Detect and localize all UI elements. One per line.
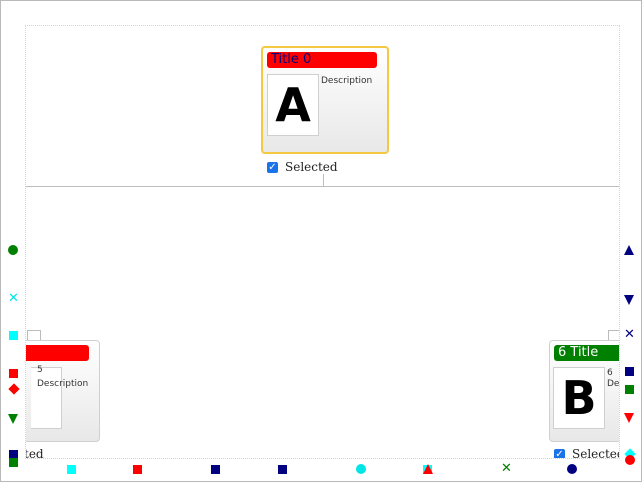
node-image xyxy=(31,367,62,429)
red-square-marker xyxy=(133,465,142,474)
cyan-square-marker xyxy=(67,465,76,474)
node-0-selected-checkbox[interactable]: ✓ Selected xyxy=(267,160,338,174)
node-card-0[interactable]: Title 0 A Description xyxy=(261,46,389,154)
node-description: Description xyxy=(37,379,89,389)
node-6-selected-checkbox[interactable]: ✓ Selected xyxy=(554,447,620,459)
node-image: B xyxy=(553,367,605,429)
navy-circle-marker xyxy=(567,464,577,474)
red-triangle-marker xyxy=(423,464,433,474)
green-square-marker xyxy=(625,385,634,394)
red-square-marker xyxy=(9,369,18,378)
node-5-selected-checkbox[interactable]: ted xyxy=(25,447,44,459)
green-triangle-marker xyxy=(8,414,18,424)
node-number: 5 xyxy=(37,365,43,375)
diagram-viewport[interactable]: Title 0 A Description ✓ Selected 5 Descr… xyxy=(25,25,620,459)
node-number: 6 xyxy=(607,368,613,378)
navy-x-marker: ✕ xyxy=(624,327,635,342)
node-title: 6 Title xyxy=(554,345,619,361)
node-title xyxy=(26,345,89,361)
navy-square-marker xyxy=(625,367,634,376)
navy-triangle-down-marker xyxy=(624,295,634,305)
node-image: A xyxy=(267,74,319,136)
cyan-circle-marker xyxy=(356,464,366,474)
navy-square-marker xyxy=(278,465,287,474)
node-title: Title 0 xyxy=(267,52,377,68)
red-triangle-marker xyxy=(624,413,634,423)
checkbox-icon: ✓ xyxy=(267,161,278,173)
connector-tick xyxy=(323,174,324,187)
checkbox-label: Selected xyxy=(285,160,338,174)
checkbox-label: Selected xyxy=(572,447,620,459)
green-x-marker: ✕ xyxy=(501,461,512,476)
node-description: Description xyxy=(321,76,373,86)
node-card-6[interactable]: 6 Title B 6 Des xyxy=(549,340,620,442)
red-circle-marker xyxy=(625,455,635,465)
cyan-square-marker xyxy=(9,331,18,340)
node-description: Des xyxy=(607,379,620,389)
checkbox-icon: ✓ xyxy=(554,448,565,459)
green-square-marker xyxy=(9,458,18,467)
checkbox-label: ted xyxy=(25,447,44,459)
navy-square-marker xyxy=(211,465,220,474)
cyan-x-marker: ✕ xyxy=(8,291,19,306)
node-card-5[interactable]: 5 Description xyxy=(26,340,100,442)
navy-triangle-marker xyxy=(624,245,634,255)
green-circle-marker xyxy=(8,245,18,255)
